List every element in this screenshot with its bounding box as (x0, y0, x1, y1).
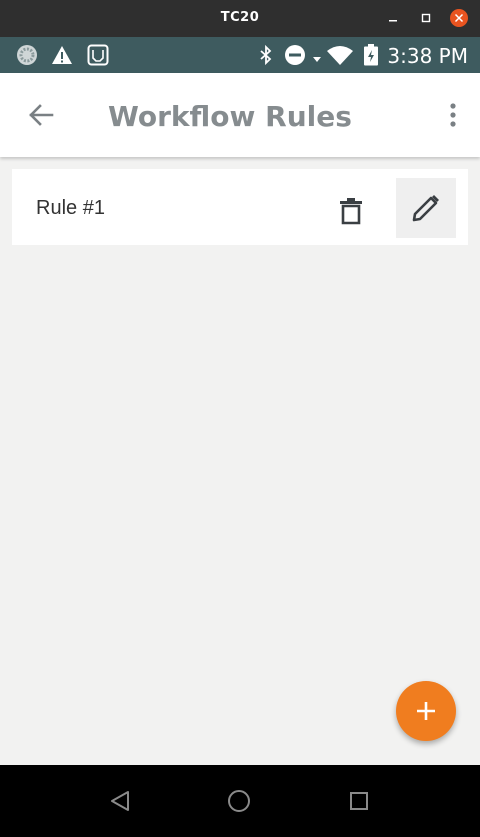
battery-charging-icon (364, 44, 378, 66)
nav-back-button[interactable] (107, 788, 133, 814)
camera-icon (17, 45, 37, 65)
close-button[interactable] (450, 9, 468, 27)
wifi-icon (327, 46, 353, 65)
do-not-disturb-icon (285, 45, 305, 65)
sd-card-icon (87, 44, 109, 66)
more-vert-icon[interactable] (448, 100, 458, 130)
nav-home-button[interactable] (226, 788, 252, 814)
window-title: TC20 (220, 10, 260, 25)
edit-rule-button[interactable] (396, 178, 456, 238)
add-rule-button[interactable] (396, 681, 456, 741)
page-title: Workflow Rules (108, 100, 352, 133)
rule-label: Rule #1 (36, 197, 105, 219)
bluetooth-icon (260, 44, 272, 66)
arrow-left-icon[interactable] (26, 100, 56, 130)
maximize-button[interactable] (417, 9, 435, 27)
maximize-icon (421, 13, 431, 23)
minimize-icon (389, 20, 397, 22)
delete-rule-button[interactable] (330, 191, 372, 231)
status-bar: 3:38 PM (0, 37, 480, 73)
navigation-bar (0, 765, 480, 837)
pencil-icon (412, 195, 439, 222)
back-triangle-icon (111, 791, 129, 811)
app-bar: Workflow Rules (0, 73, 480, 157)
status-time: 3:38 PM (387, 44, 468, 68)
trash-icon (340, 198, 362, 225)
recents-square-icon (350, 792, 368, 810)
dropdown-triangle-icon (313, 57, 321, 62)
plus-icon (417, 702, 435, 720)
close-icon (450, 9, 468, 27)
window-titlebar: TC20 (0, 0, 480, 37)
warning-icon (52, 46, 72, 64)
minimize-button[interactable] (384, 9, 402, 27)
home-circle-icon (228, 790, 250, 812)
nav-recents-button[interactable] (346, 788, 372, 814)
rule-list-item[interactable]: Rule #1 (12, 169, 468, 245)
